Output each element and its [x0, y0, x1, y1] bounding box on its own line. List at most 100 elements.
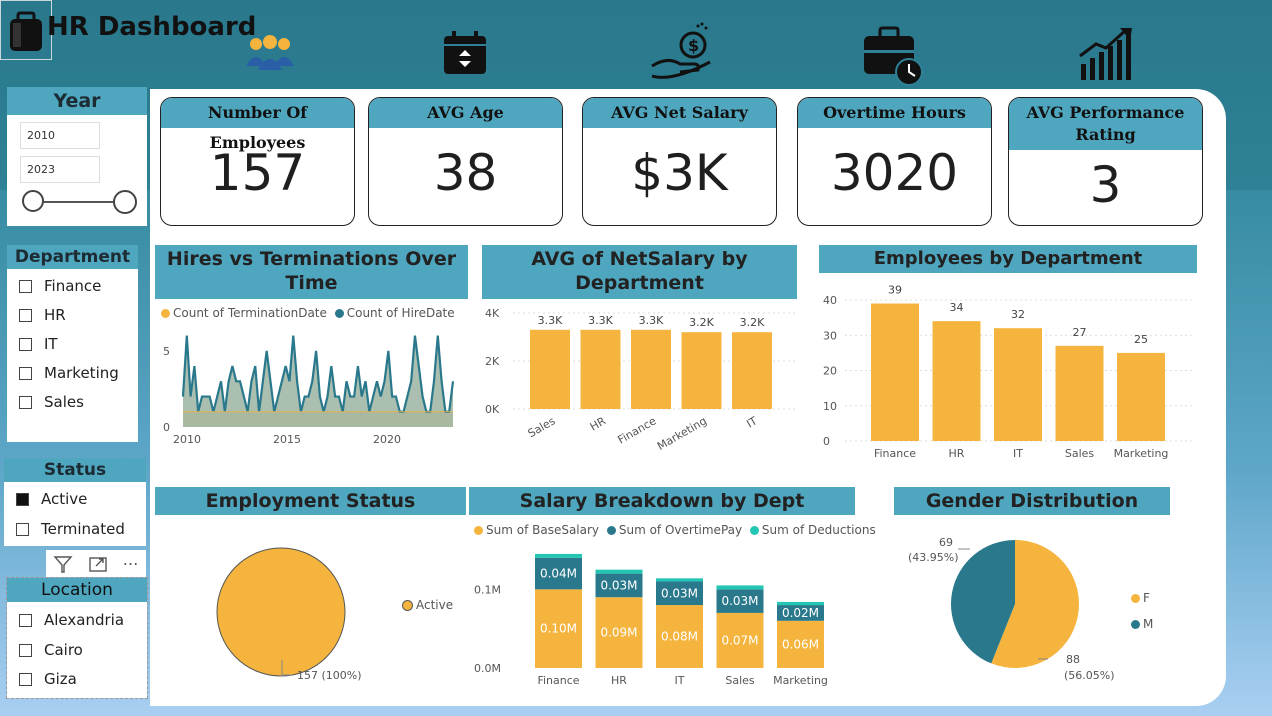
legend-label: Active — [416, 598, 454, 612]
year-range-handle-end[interactable] — [113, 190, 137, 214]
legend-hires-terminations: Count of TerminationDate Count of HireDa… — [161, 306, 455, 320]
legend-label: Count of HireDate — [346, 306, 455, 320]
option-label: IT — [44, 335, 58, 353]
checkbox-checked[interactable] — [16, 492, 29, 506]
stack-segment — [656, 578, 703, 582]
legend-employment-status: Active — [402, 598, 453, 612]
y-tick-label: 0.0M — [474, 662, 501, 675]
more-options-icon[interactable]: ⋯ — [123, 554, 139, 573]
x-tick-label: IT — [675, 674, 685, 687]
growth-chart-icon — [1079, 28, 1132, 80]
stack-segment — [716, 585, 764, 590]
department-option-sales[interactable]: Sales — [19, 393, 84, 411]
checkbox[interactable] — [19, 613, 32, 627]
legend-label: M — [1143, 617, 1154, 631]
gender-distribution-pie-chart: 88 (56.05%) 69 (43.95%) — [908, 536, 1115, 682]
data-label: 0.09M — [600, 626, 637, 640]
salary-breakdown-stacked-chart: 0.0M 0.1M 0.10M 0.04M Finance 0.09M 0.03M HR 0.0… — [474, 553, 828, 687]
x-tick-label: Finance — [616, 414, 659, 446]
kpi-label: Number Of Employees — [161, 98, 354, 152]
bar — [681, 332, 722, 409]
x-tick-label: Sales — [526, 414, 558, 440]
checkbox[interactable] — [16, 522, 29, 536]
kpi-card-performance: AVG Performance Rating 3 — [1008, 97, 1203, 226]
checkbox[interactable] — [19, 395, 32, 409]
kpi-value: 3020 — [830, 144, 959, 202]
kpi-label: Overtime Hours — [798, 98, 991, 128]
data-label: 0.03M — [721, 594, 758, 608]
kpi-card-net-salary: AVG Net Salary $3K — [582, 97, 777, 226]
legend-swatch — [1131, 620, 1140, 629]
location-option-cairo[interactable]: Cairo — [19, 641, 83, 659]
year-from-input[interactable]: 2010 — [20, 122, 100, 149]
department-slicer-title: Department — [7, 245, 138, 269]
x-tick-label: Sales — [1065, 447, 1095, 460]
checkbox[interactable] — [19, 337, 32, 351]
checkbox[interactable] — [19, 279, 32, 293]
stack-segment — [777, 601, 824, 606]
data-label: 0.10M — [540, 622, 577, 636]
kpi-card-age: AVG Age 38 — [368, 97, 563, 226]
department-option-hr[interactable]: HR — [19, 306, 66, 324]
x-tick-label: IT — [744, 414, 759, 430]
data-label: 39 — [888, 284, 902, 297]
legend-salary-breakdown: Sum of BaseSalary Sum of OvertimePay Sum… — [474, 523, 876, 537]
focus-mode-icon[interactable] — [88, 554, 108, 574]
legend-label: Sum of Deductions — [761, 523, 876, 537]
department-option-marketing[interactable]: Marketing — [19, 364, 119, 382]
option-label: Terminated — [41, 520, 125, 538]
bar — [994, 328, 1042, 441]
x-tick-label: Marketing — [773, 674, 828, 687]
x-tick-label: Sales — [725, 674, 755, 687]
kpi-label: AVG Net Salary — [583, 98, 776, 128]
x-tick-label: HR — [949, 447, 965, 460]
data-label: 3.3K — [588, 314, 613, 327]
checkbox[interactable] — [19, 672, 32, 686]
data-label: 3.2K — [689, 316, 714, 329]
checkbox[interactable] — [19, 366, 32, 380]
data-label: 157 (100%) — [297, 669, 362, 682]
legend-swatch — [402, 600, 413, 611]
year-range-track — [33, 201, 125, 203]
employees-by-dept-bar-chart: 0 10 20 30 40 39 Finance 34 HR 32 IT 27 Sales 25 Marke… — [823, 284, 1195, 460]
checkbox[interactable] — [19, 308, 32, 322]
data-label: 0.06M — [782, 637, 819, 651]
option-label: Sales — [44, 393, 84, 411]
status-option-terminated[interactable]: Terminated — [16, 520, 125, 538]
filter-icon[interactable] — [53, 554, 73, 574]
bar — [530, 329, 570, 409]
year-range-handle-start[interactable] — [22, 190, 44, 212]
year-to-input[interactable]: 2023 — [20, 156, 100, 183]
kpi-value: $3K — [631, 144, 728, 202]
svg-text:$: $ — [688, 36, 699, 55]
x-tick-label: Marketing — [1114, 447, 1169, 460]
data-label: 0.08M — [661, 630, 698, 644]
department-option-it[interactable]: IT — [19, 335, 58, 353]
legend-gender: F M — [1131, 585, 1153, 637]
option-label: Alexandria — [44, 611, 125, 629]
y-tick-label: 30 — [823, 329, 837, 342]
bar — [871, 303, 919, 441]
stack-segment — [535, 553, 582, 558]
option-label: HR — [44, 306, 66, 324]
dashboard-title: HR Dashboard — [47, 12, 257, 42]
year-slicer-title: Year — [7, 87, 147, 115]
bar — [732, 332, 772, 409]
data-label: 32 — [1011, 308, 1025, 321]
data-label: 0.04M — [540, 567, 577, 581]
department-option-finance[interactable]: Finance — [19, 277, 101, 295]
kpi-value: 3 — [1089, 156, 1122, 214]
y-tick-label: 2K — [485, 355, 500, 368]
status-option-active[interactable]: Active — [16, 490, 87, 508]
x-tick-label: 2015 — [273, 433, 301, 446]
employment-status-pie-chart: 157 (100%) — [216, 547, 362, 682]
location-option-alexandria[interactable]: Alexandria — [19, 611, 124, 629]
chart-title-avg-net-salary: AVG of NetSalary by Department — [482, 245, 797, 299]
chart-title-gender-distribution: Gender Distribution — [894, 487, 1170, 515]
legend-swatch — [334, 309, 344, 318]
department-slicer: Department Finance HR IT Marketing Sales — [7, 245, 138, 442]
checkbox[interactable] — [19, 643, 32, 657]
option-label: Cairo — [44, 641, 83, 659]
location-option-giza[interactable]: Giza — [19, 670, 77, 688]
calendar-icon — [444, 31, 486, 74]
